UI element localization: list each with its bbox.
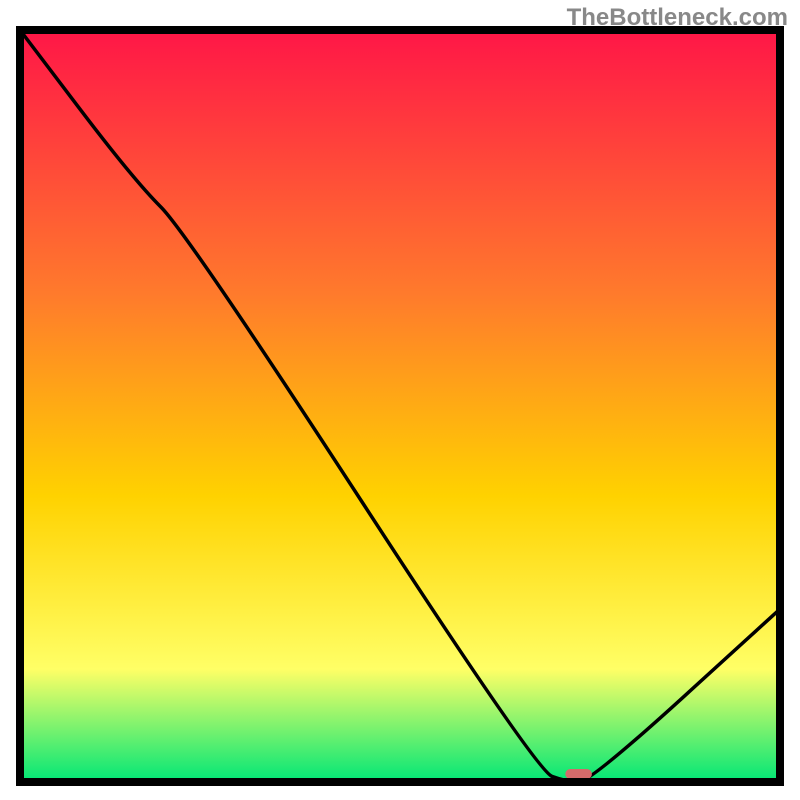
gradient-background <box>20 30 780 782</box>
watermark-text: TheBottleneck.com <box>567 4 788 32</box>
optimal-marker <box>565 769 592 779</box>
bottleneck-chart <box>0 0 800 800</box>
